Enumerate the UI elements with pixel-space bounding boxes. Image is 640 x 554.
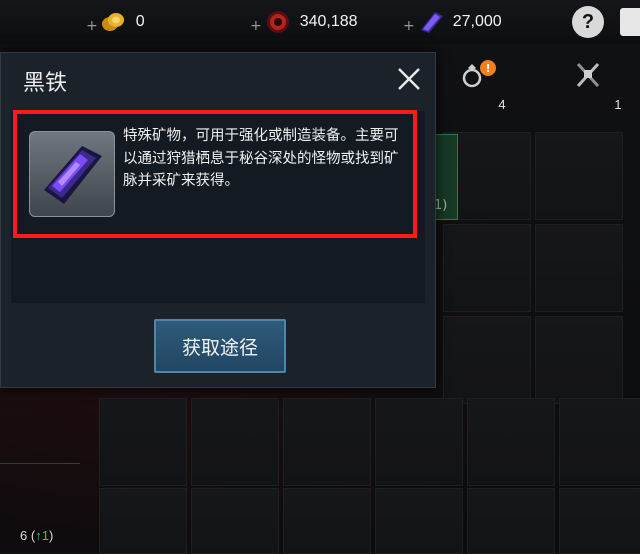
red-gem-amount: 340,188 xyxy=(299,13,358,30)
currency-blue-crystal[interactable]: + 27,000 xyxy=(403,10,502,34)
inventory-slot[interactable] xyxy=(283,488,371,554)
inventory-slot[interactable] xyxy=(99,488,187,554)
count-value: 6 xyxy=(20,528,28,543)
tab-accessories[interactable]: ! 4 xyxy=(442,56,506,112)
highlight-frame xyxy=(13,110,417,238)
currency-red-gem[interactable]: + 340,188 xyxy=(250,10,358,34)
inventory-slot[interactable] xyxy=(535,132,623,220)
item-info-dialog: 黑铁 特殊矿物，可用于强化或制造装备。主要可以通过狩猎栖息于秘谷深处的怪物或找到… xyxy=(0,52,436,388)
blue-crystal-icon xyxy=(417,10,445,34)
inventory-slot[interactable] xyxy=(443,316,531,404)
inventory-slot[interactable] xyxy=(559,488,640,554)
help-button[interactable]: ? xyxy=(572,6,604,38)
alert-badge: ! xyxy=(480,60,496,76)
plus-icon: + xyxy=(86,18,98,34)
crossed-weapons-icon xyxy=(574,60,602,94)
inventory-slot[interactable] xyxy=(375,398,463,486)
inventory-slot[interactable] xyxy=(283,398,371,486)
plus-icon: + xyxy=(403,18,415,34)
inventory-slot[interactable] xyxy=(535,224,623,312)
dialog-title: 黑铁 xyxy=(23,71,68,96)
inventory-slot[interactable] xyxy=(99,398,187,486)
count-increase: ↑1 xyxy=(35,528,49,543)
close-icon[interactable] xyxy=(395,65,423,93)
inventory-slot[interactable] xyxy=(467,488,555,554)
currency-gold[interactable]: + 0 xyxy=(86,10,145,34)
red-gem-icon xyxy=(264,10,292,34)
inventory-slot[interactable] xyxy=(191,488,279,554)
currency-bar: + 0 + 340,188 + 27,000 ? xyxy=(0,0,640,44)
slot-count-partial: 1) xyxy=(434,198,448,213)
inventory-slot[interactable] xyxy=(443,224,531,312)
inventory-slot[interactable] xyxy=(375,488,463,554)
inventory-slot[interactable] xyxy=(467,398,555,486)
tab-weapons[interactable]: 1 xyxy=(558,56,622,112)
gold-coins-icon xyxy=(100,10,128,34)
inventory-slot[interactable] xyxy=(535,316,623,404)
tab-count: 4 xyxy=(498,97,506,112)
acquire-route-button[interactable]: 获取途径 xyxy=(154,319,286,373)
inventory-slot[interactable] xyxy=(191,398,279,486)
count-close: ) xyxy=(48,528,54,543)
tab-count: 1 xyxy=(614,97,622,112)
divider xyxy=(0,463,80,464)
inventory-slot[interactable] xyxy=(559,398,640,486)
blue-crystal-amount: 27,000 xyxy=(452,13,502,30)
category-count: 6 (↑1) xyxy=(20,528,53,543)
plus-icon: + xyxy=(250,18,262,34)
gold-amount: 0 xyxy=(135,13,145,30)
exit-icon[interactable] xyxy=(620,8,640,36)
